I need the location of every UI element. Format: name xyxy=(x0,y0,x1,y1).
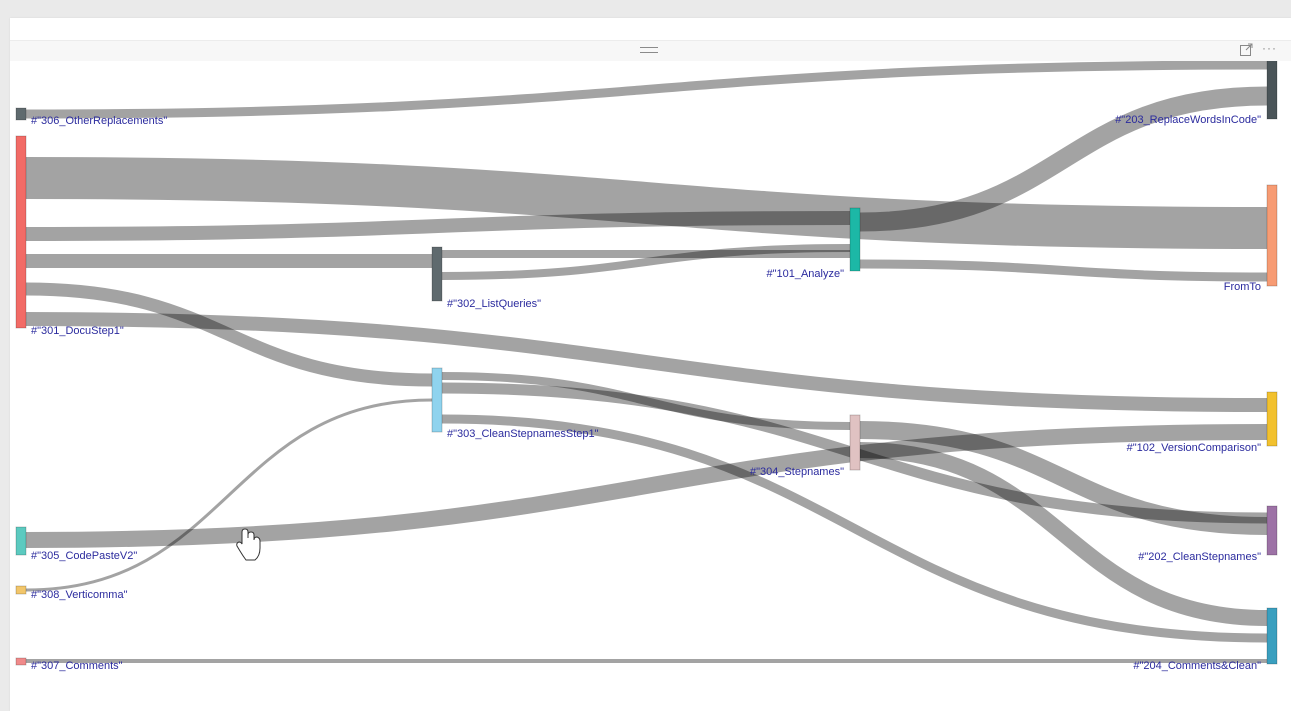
sankey-node-n102[interactable] xyxy=(1266,391,1278,447)
sankey-node-n304[interactable] xyxy=(849,414,861,471)
sankey-node-n308[interactable] xyxy=(15,585,27,595)
links-layer xyxy=(25,60,1268,664)
sankey-node-n301[interactable] xyxy=(15,135,27,329)
sankey-node-n307[interactable] xyxy=(15,657,27,666)
sankey-node-label-n308: #"308_Verticomma" xyxy=(31,589,128,601)
sankey-node-label-n301: #"301_DocuStep1" xyxy=(31,325,124,337)
sankey-link-n306-to-n203[interactable] xyxy=(25,60,1268,119)
sankey-node-n303[interactable] xyxy=(431,367,443,433)
sankey-node-label-n204: #"204_Comments&Clean" xyxy=(1133,660,1261,672)
sankey-node-n204[interactable] xyxy=(1266,607,1278,665)
focus-mode-icon[interactable] xyxy=(1240,43,1254,57)
sankey-node-n202[interactable] xyxy=(1266,505,1278,556)
more-options-button[interactable]: ··· xyxy=(1262,41,1284,57)
sankey-node-nFromTo[interactable] xyxy=(1266,184,1278,287)
sankey-node-label-nFromTo: FromTo xyxy=(1224,281,1261,293)
sankey-node-label-n302: #"302_ListQueries" xyxy=(447,298,541,310)
sankey-node-label-n307: #"307_Comments" xyxy=(31,660,123,672)
visual-header: ··· xyxy=(10,40,1291,61)
sankey-link-n101-to-nFromTo[interactable] xyxy=(859,259,1268,282)
sankey-node-label-n202: #"202_CleanStepnames" xyxy=(1138,551,1261,563)
sankey-node-label-n306: #"306_OtherReplacements" xyxy=(31,115,167,127)
sankey-node-n203[interactable] xyxy=(1266,58,1278,120)
sankey-node-n101[interactable] xyxy=(849,207,861,272)
sankey-node-n302[interactable] xyxy=(431,246,443,302)
sankey-visual: #"306_OtherReplacements" #"301_DocuStep1"… xyxy=(10,18,1291,711)
sankey-node-n306[interactable] xyxy=(15,107,27,121)
sankey-node-n305[interactable] xyxy=(15,526,27,556)
drag-handle[interactable] xyxy=(640,47,658,53)
sankey-node-label-n305: #"305_CodePasteV2" xyxy=(31,550,137,562)
sankey-diagram: #"306_OtherReplacements" #"301_DocuStep1"… xyxy=(15,58,1278,672)
sankey-node-label-n203: #"203_ReplaceWordsInCode" xyxy=(1115,114,1261,126)
sankey-node-label-n101: #"101_Analyze" xyxy=(766,268,844,280)
sankey-node-label-n304: #"304_Stepnames" xyxy=(750,466,844,478)
sankey-node-label-n303: #"303_CleanStepnamesStep1" xyxy=(447,428,599,440)
sankey-node-label-n102: #"102_VersionComparison" xyxy=(1127,442,1261,454)
